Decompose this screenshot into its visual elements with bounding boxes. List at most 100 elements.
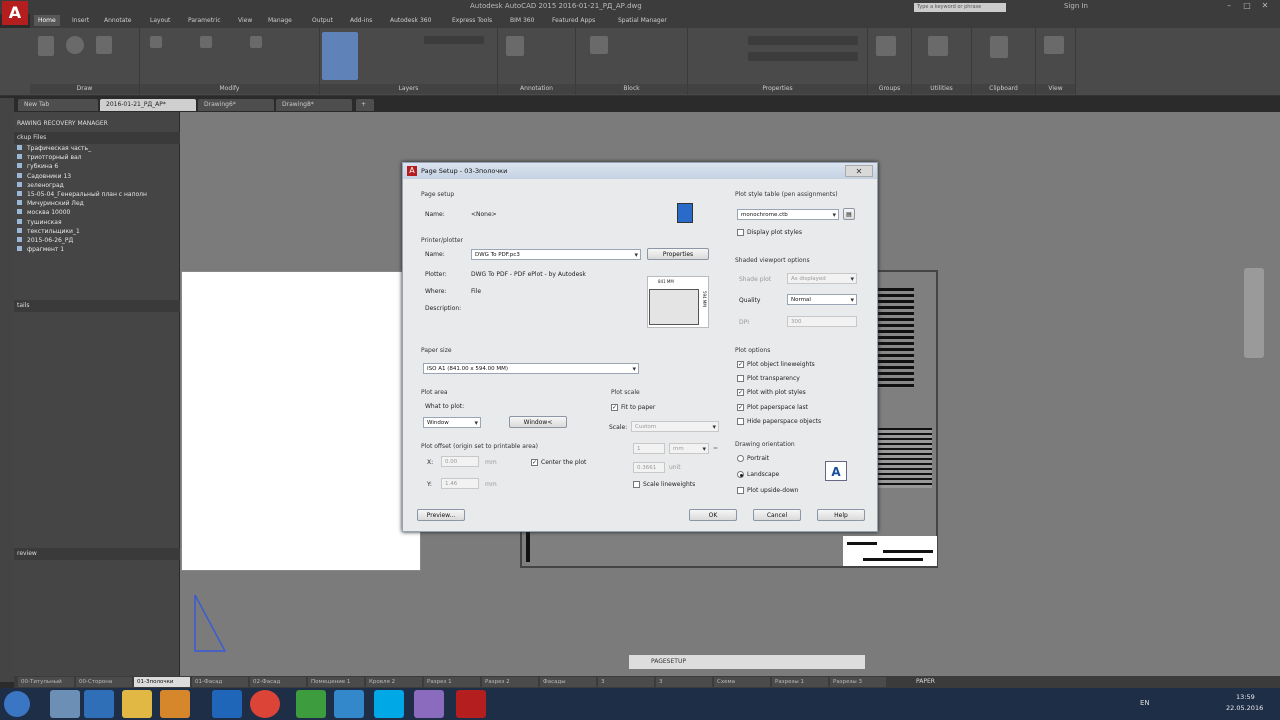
plot-styles-checkbox[interactable]: ✓ <box>737 389 744 396</box>
y-offset-input[interactable]: 1.46 <box>441 478 479 489</box>
properties-button[interactable]: Properties <box>647 248 709 260</box>
upside-down-checkbox[interactable] <box>737 487 744 494</box>
doc-tab-drawing6[interactable]: Drawing6* <box>198 99 274 111</box>
layout-tab[interactable]: 01-Зполочки <box>134 677 190 687</box>
list-item[interactable]: триотгорный вал <box>14 153 180 162</box>
chrome-icon[interactable] <box>250 690 280 718</box>
linetype-dropdown[interactable] <box>748 52 858 61</box>
measure-icon[interactable] <box>928 36 948 56</box>
autocad-logo-icon[interactable]: A <box>2 1 28 25</box>
doc-tab-drawing8[interactable]: Drawing8* <box>276 99 352 111</box>
utorrent-icon[interactable] <box>296 690 326 718</box>
hide-paperspace-checkbox[interactable] <box>737 418 744 425</box>
tab-home[interactable]: Home <box>34 15 60 26</box>
paper-space-toggle[interactable]: PAPER <box>916 678 935 685</box>
line-icon[interactable] <box>38 36 54 56</box>
view-icon[interactable] <box>1044 36 1064 54</box>
help-button[interactable]: Help <box>817 509 865 521</box>
printer-select[interactable]: DWG To PDF.pc3 <box>471 249 641 260</box>
center-plot-checkbox[interactable]: ✓ <box>531 459 538 466</box>
taskbar-app-icon[interactable] <box>50 690 80 718</box>
preview-header[interactable]: review <box>14 548 180 560</box>
media-icon[interactable] <box>160 690 190 718</box>
layout-tab[interactable]: 3 <box>656 677 712 687</box>
details-header[interactable]: tails <box>14 300 180 312</box>
tab-featured-apps[interactable]: Featured Apps <box>552 17 595 24</box>
layout-tab[interactable]: Фасады <box>540 677 596 687</box>
tab-autodesk360[interactable]: Autodesk 360 <box>390 17 431 24</box>
style-table-select[interactable]: monochrome.ctb <box>737 209 839 220</box>
scale-lineweights-checkbox[interactable] <box>633 481 640 488</box>
layout-tab[interactable]: Разрез 1 <box>424 677 480 687</box>
tab-view[interactable]: View <box>238 17 252 24</box>
layout-tab[interactable]: 00-Сторона <box>76 677 132 687</box>
landscape-radio[interactable] <box>737 471 744 478</box>
list-item[interactable]: Трафическая часть_ <box>14 144 180 153</box>
scale-select[interactable]: Custom <box>631 421 719 432</box>
layout-tab[interactable]: Разрезы 1 <box>772 677 828 687</box>
list-item[interactable]: текстильщики_1 <box>14 227 180 236</box>
layout-tab[interactable]: 3 <box>598 677 654 687</box>
taskbar-app-icon[interactable] <box>334 690 364 718</box>
paper-size-select[interactable]: ISO A1 (841.00 x 594.00 MM) <box>423 363 639 374</box>
tab-addins[interactable]: Add-ins <box>350 17 372 24</box>
paperspace-last-checkbox[interactable]: ✓ <box>737 404 744 411</box>
layout-tab[interactable]: Схема <box>714 677 770 687</box>
autocad-taskbar-icon[interactable] <box>456 690 486 718</box>
dialog-title-bar[interactable]: A Page Setup - 03-Зполочки ✕ <box>403 163 877 179</box>
list-item[interactable]: 2015-06-26_РД <box>14 236 180 245</box>
tab-bim360[interactable]: BIM 360 <box>510 17 534 24</box>
preview-button[interactable]: Preview... <box>417 509 465 521</box>
group-icon[interactable] <box>876 36 896 56</box>
display-styles-checkbox[interactable] <box>737 229 744 236</box>
tab-manage[interactable]: Manage <box>268 17 292 24</box>
layout-tab[interactable]: 02-Фасад <box>250 677 306 687</box>
quality-select[interactable]: Normal <box>787 294 857 305</box>
help-search-input[interactable]: Type a keyword or phrase <box>914 3 1006 12</box>
tab-layout[interactable]: Layout <box>150 17 170 24</box>
scale-unit-select[interactable]: mm <box>669 443 709 454</box>
taskbar-app-icon[interactable] <box>84 690 114 718</box>
trim-icon[interactable] <box>200 36 212 48</box>
dpi-input[interactable]: 300 <box>787 316 857 327</box>
shade-plot-select[interactable]: As displayed <box>787 273 857 284</box>
list-item[interactable]: зеленоград <box>14 181 180 190</box>
cancel-button[interactable]: Cancel <box>753 509 801 521</box>
navigation-bar[interactable] <box>1244 268 1264 358</box>
edit-style-icon[interactable]: ▤ <box>843 208 855 220</box>
erase-icon[interactable] <box>250 36 262 48</box>
ok-button[interactable]: OK <box>689 509 737 521</box>
fit-to-paper-checkbox[interactable]: ✓ <box>611 404 618 411</box>
color-dropdown[interactable] <box>748 36 858 45</box>
tab-insert[interactable]: Insert <box>72 17 89 24</box>
skype-icon[interactable] <box>374 690 404 718</box>
command-line[interactable]: PAGESETUP <box>629 655 865 669</box>
doc-tab-current[interactable]: 2016-01-21_РД_АР* <box>100 99 196 111</box>
list-item[interactable]: фрагмент 1 <box>14 245 180 254</box>
list-item[interactable]: Мичуринский Лед <box>14 199 180 208</box>
layout-tab[interactable]: Помещение 1 <box>308 677 364 687</box>
layer-properties-icon[interactable] <box>322 32 358 80</box>
tab-annotate[interactable]: Annotate <box>104 17 131 24</box>
layer-dropdown[interactable] <box>424 36 484 44</box>
backup-files-header[interactable]: ckup Files <box>14 132 180 144</box>
sign-in-link[interactable]: Sign In <box>1064 2 1088 10</box>
window-pick-button[interactable]: Window< <box>509 416 567 428</box>
scale-denominator-input[interactable]: 0.3661 <box>633 462 665 473</box>
folder-icon[interactable] <box>122 690 152 718</box>
list-item[interactable]: тушинская <box>14 218 180 227</box>
maximize-icon[interactable]: □ <box>1240 1 1254 12</box>
x-offset-input[interactable]: 0.00 <box>441 456 479 467</box>
doc-tab-new[interactable]: New Tab <box>18 99 98 111</box>
paste-icon[interactable] <box>990 36 1008 58</box>
tab-express-tools[interactable]: Express Tools <box>452 17 492 24</box>
layout-tab[interactable]: Разрез 2 <box>482 677 538 687</box>
layout-tab[interactable]: 00-Титульный <box>18 677 74 687</box>
circle-icon[interactable] <box>66 36 84 54</box>
insert-block-icon[interactable] <box>590 36 608 54</box>
tab-output[interactable]: Output <box>312 17 333 24</box>
taskbar-app-icon[interactable] <box>414 690 444 718</box>
text-icon[interactable] <box>506 36 524 56</box>
list-item[interactable]: 15-05-04_Генеральный план с наполн <box>14 190 180 199</box>
language-indicator[interactable]: EN <box>1140 699 1150 707</box>
